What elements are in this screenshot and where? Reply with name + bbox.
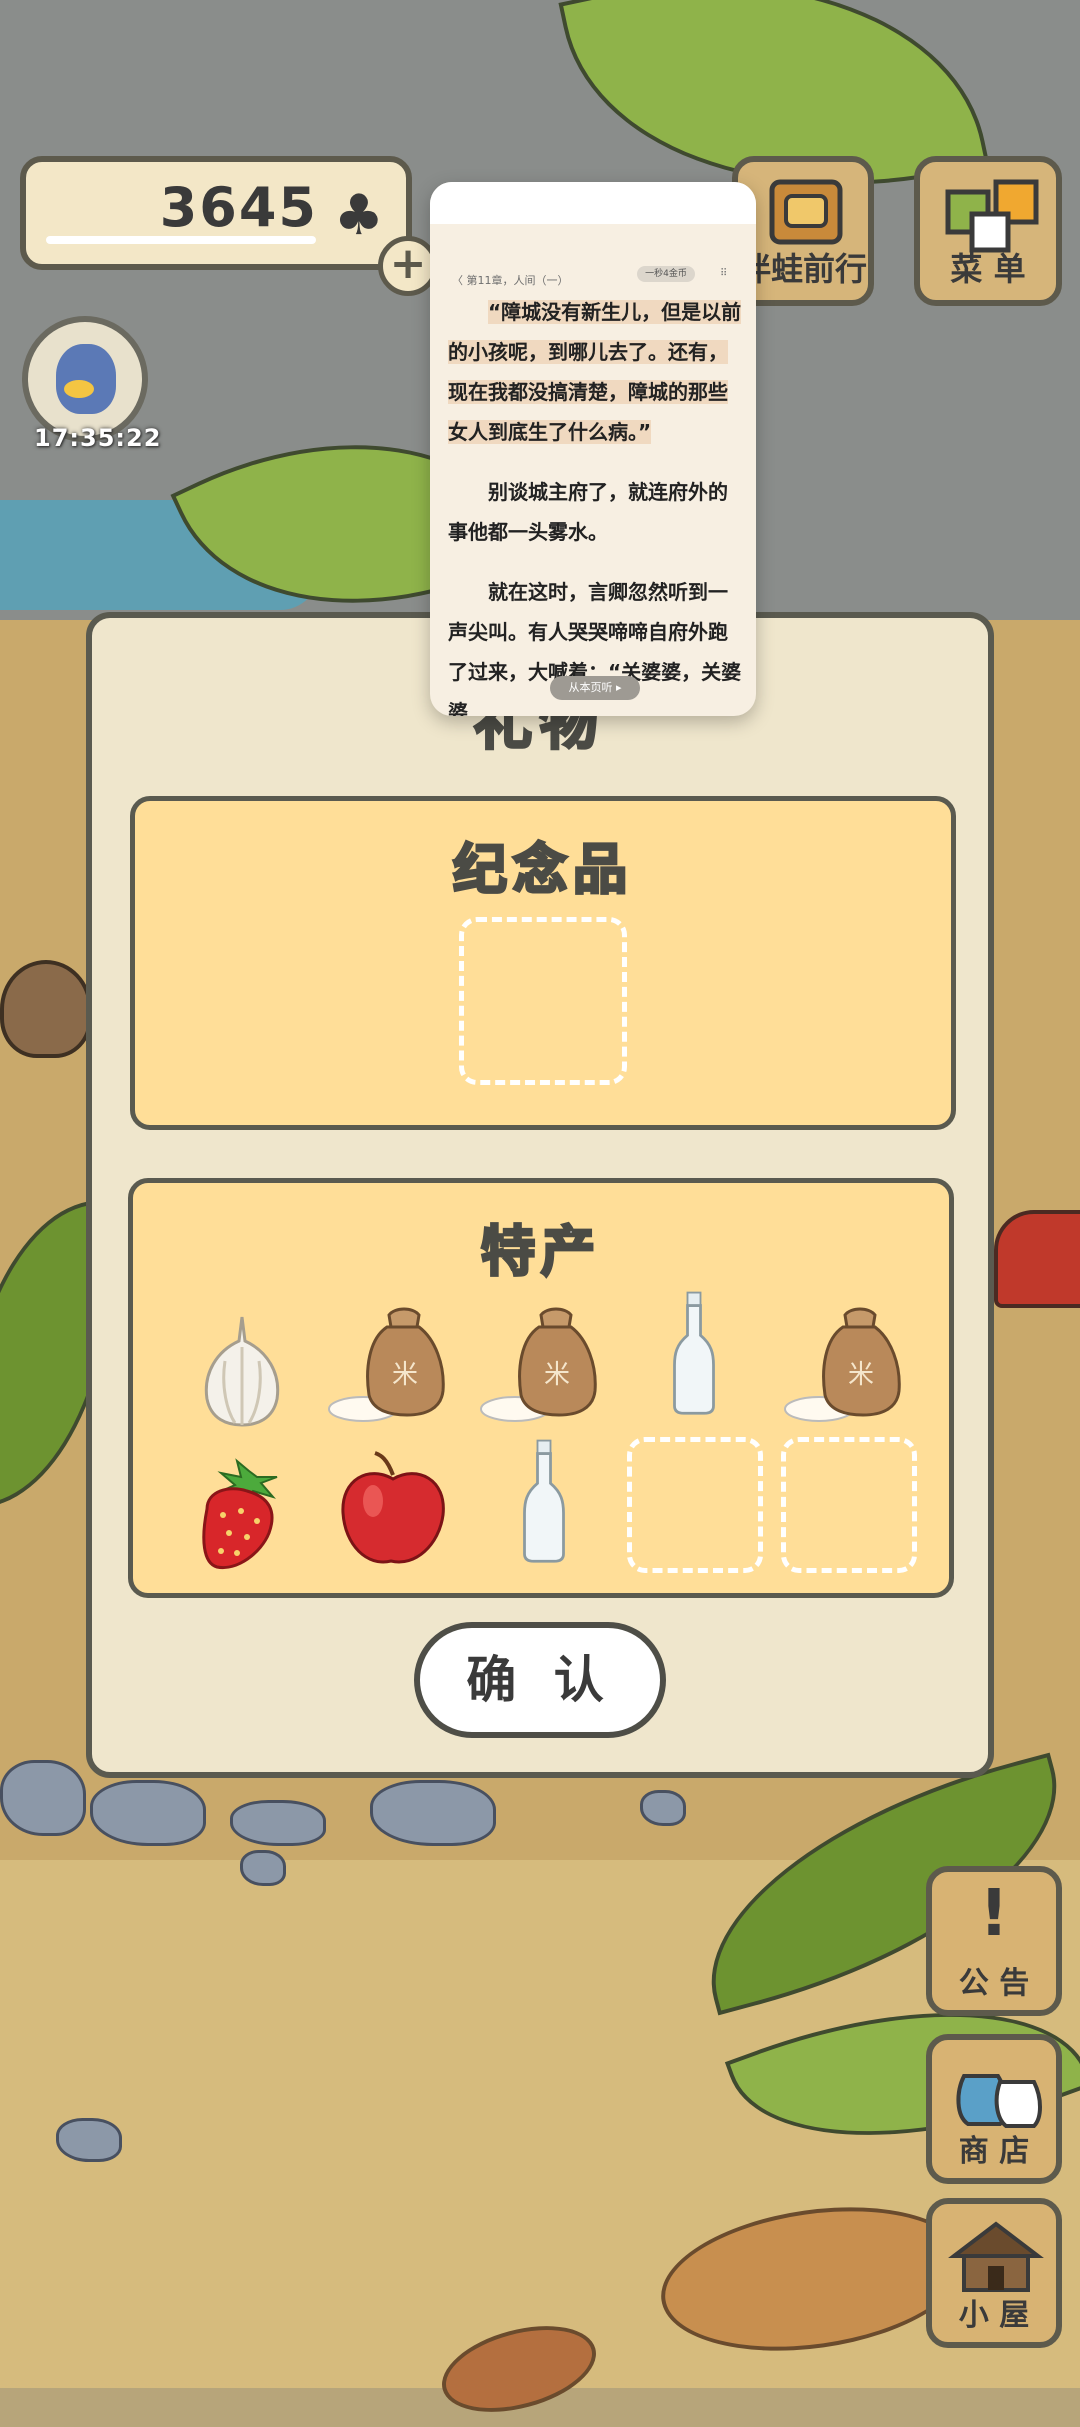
reader-paragraph: 别谈城主府了，就连府外的事他都一头雾水。 xyxy=(448,480,728,544)
reader-reward-pill[interactable]: 一秒4金币 xyxy=(637,266,695,282)
bg-stone xyxy=(370,1780,496,1846)
notice-label: 公 告 xyxy=(958,1966,1030,2001)
bags-icon xyxy=(956,2074,1042,2128)
souvenir-section: 纪念品 xyxy=(130,796,956,1130)
specialty-slot-empty[interactable] xyxy=(627,1437,763,1573)
bg-stone xyxy=(56,2118,122,2162)
reader-highlight: “障城没有新生儿，但是以前的小孩呢，到哪儿去了。还有，现在我都没搞清楚，障城的那… xyxy=(448,300,742,444)
souvenir-title: 纪念品 xyxy=(452,837,633,903)
album-icon xyxy=(769,179,843,245)
svg-text:米: 米 xyxy=(848,1360,874,1390)
travel-label: 伴蛙前行 xyxy=(738,250,867,288)
bg-stone xyxy=(230,1800,326,1846)
reader-breadcrumb[interactable]: 〈 第11章，人间（一） xyxy=(452,272,569,288)
rice-bag-icon[interactable]: 米 xyxy=(325,1299,455,1429)
currency-panel: 3645 ♣ xyxy=(20,156,412,270)
specialty-title: 特产 xyxy=(480,1219,601,1285)
reader-paragraph: “障城没有新生儿，但是以前的小孩呢，到哪儿去了。还有，现在我都没搞清楚，障城的那… xyxy=(448,292,742,452)
penguin-avatar-icon xyxy=(56,344,116,414)
bg-stone xyxy=(640,1790,686,1826)
menu-button[interactable]: 菜 单 xyxy=(914,156,1062,306)
bg-mailbox xyxy=(994,1210,1080,1308)
reader-menu-icon[interactable]: ⠿ xyxy=(720,268,727,279)
shop-button[interactable]: 商 店 xyxy=(926,2034,1062,2184)
house-button[interactable]: 小 屋 xyxy=(926,2198,1062,2348)
house-icon xyxy=(948,2221,1044,2292)
specialty-section: 特产 米 米 米 xyxy=(128,1178,954,1598)
shop-label: 商 店 xyxy=(958,2134,1030,2169)
bottle-icon[interactable] xyxy=(629,1287,759,1417)
bg-stone xyxy=(90,1780,206,1846)
reader-popup[interactable]: 〈 第11章，人间（一） 一秒4金币 ⠿ “障城没有新生儿，但是以前的小孩呢，到… xyxy=(430,182,756,716)
notice-button[interactable]: ! 公 告 xyxy=(926,1866,1062,2016)
house-label: 小 屋 xyxy=(958,2298,1030,2333)
reader-text: “障城没有新生儿，但是以前的小孩呢，到哪儿去了。还有，现在我都没搞清楚，障城的那… xyxy=(448,292,742,716)
listen-from-page-button[interactable]: 从本页听 ▸ xyxy=(550,676,640,700)
currency-value: 3645 xyxy=(159,176,318,239)
reader-top-bar xyxy=(430,182,756,224)
apple-icon[interactable] xyxy=(329,1445,459,1575)
rice-bag-icon[interactable]: 米 xyxy=(477,1299,607,1429)
svg-text:米: 米 xyxy=(392,1360,418,1390)
svg-text:米: 米 xyxy=(544,1360,570,1390)
rice-bag-icon[interactable]: 米 xyxy=(781,1299,911,1429)
menu-label: 菜 单 xyxy=(950,250,1026,288)
bottle-icon[interactable] xyxy=(479,1435,609,1565)
currency-underline xyxy=(46,236,316,244)
bg-critter xyxy=(0,960,92,1058)
clover-icon: ♣ xyxy=(333,183,384,248)
bg-stone xyxy=(240,1850,286,1886)
strawberry-icon[interactable] xyxy=(177,1449,307,1579)
timer: 17:35:22 xyxy=(34,424,162,452)
add-currency-button[interactable]: + xyxy=(378,236,438,296)
specialty-slot-empty[interactable] xyxy=(781,1437,917,1573)
souvenir-slot[interactable] xyxy=(459,917,627,1085)
confirm-button[interactable]: 确 认 xyxy=(414,1622,666,1738)
garlic-icon[interactable] xyxy=(177,1307,307,1437)
bg-stone xyxy=(0,1760,86,1836)
avatar-beak xyxy=(64,380,94,398)
exclamation-icon: ! xyxy=(979,1877,1009,1951)
